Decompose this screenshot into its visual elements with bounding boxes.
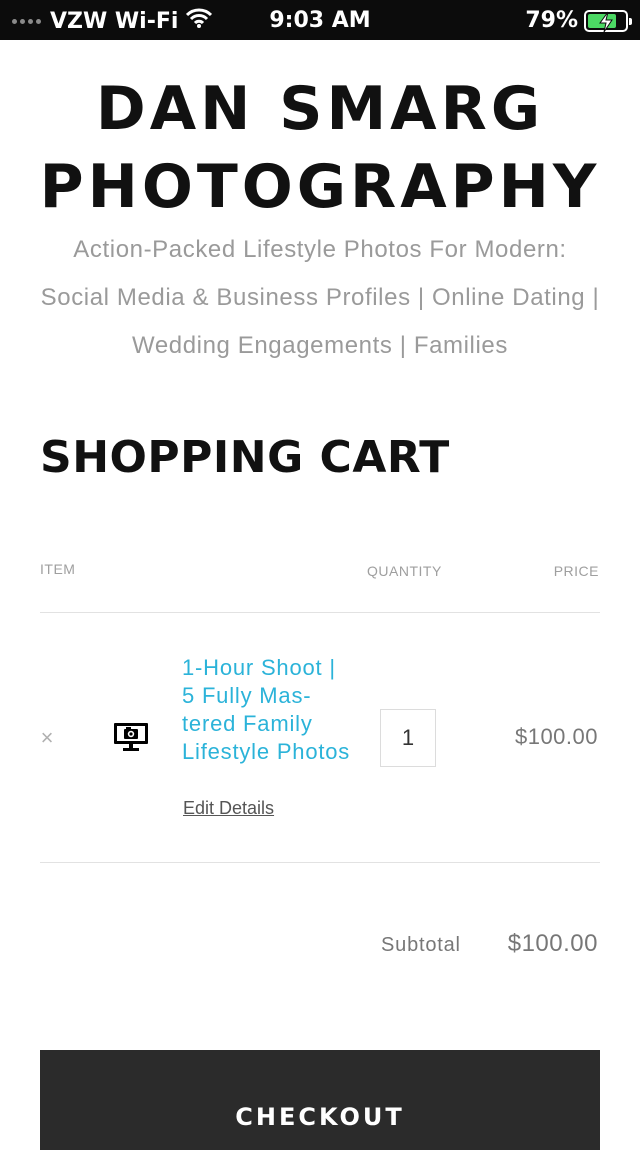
status-bar: VZW Wi-Fi 9:03 AM 79% [0,0,640,40]
remove-item-icon[interactable]: × [38,726,56,750]
site-title[interactable]: DAN SMARG PHOTOGRAPHY [0,70,640,226]
site-tagline: Action-Packed Lifestyle Photos For Moder… [20,226,620,370]
page-title: SHOPPING CART [40,432,450,483]
battery-percent: 79% [525,8,578,33]
column-header-price: PRICE [553,563,599,579]
subtotal-value: $100.00 [507,930,598,957]
quantity-input[interactable]: 1 [380,709,436,767]
charging-bolt-icon [599,11,613,32]
product-name-link[interactable]: 1-Hour Shoot | 5 Fully Mas-tered Family … [182,654,352,766]
item-price: $100.00 [514,724,598,749]
status-bar-right: 79% [525,8,632,33]
tagline-line3: Wedding Engagements | Families [132,332,508,359]
checkout-button[interactable]: CHECKOUT [40,1050,600,1150]
subtotal-label: Subtotal [381,934,461,956]
battery-icon [584,9,632,32]
column-header-quantity: QUANTITY [367,563,442,579]
edit-details-link[interactable]: Edit Details [183,798,274,819]
monitor-camera-icon [113,722,149,757]
site-title-line2: PHOTOGRAPHY [39,152,601,222]
tagline-line1: Action-Packed Lifestyle Photos For Moder… [73,236,567,263]
tagline-line2: Social Media & Business Profiles | Onlin… [40,284,600,311]
divider [40,612,600,613]
site-title-line1: DAN SMARG [95,74,545,144]
column-header-item: ITEM [40,561,76,577]
divider [40,862,600,863]
